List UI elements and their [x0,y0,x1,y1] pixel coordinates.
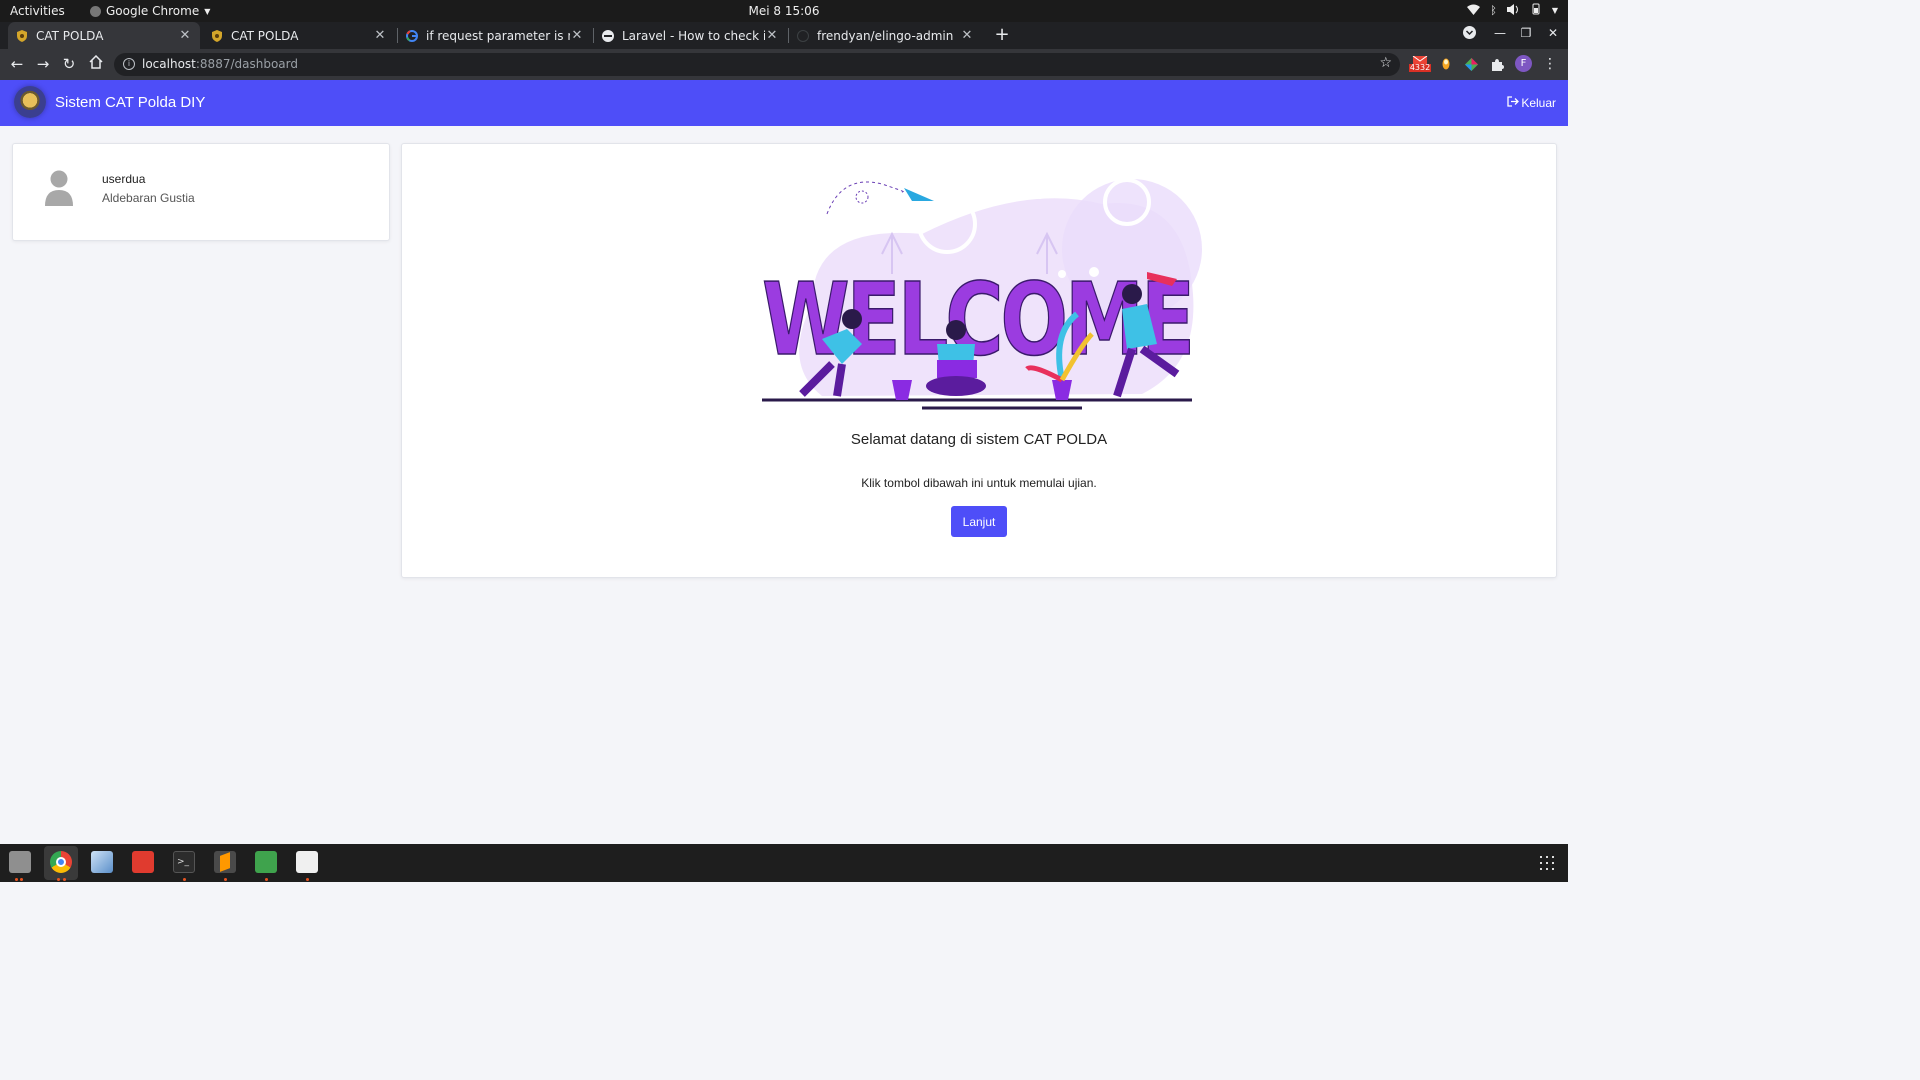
chrome-dock-icon-center [56,857,66,867]
wifi-icon [1467,4,1481,18]
brand-title[interactable]: Sistem CAT Polda DIY [55,94,205,111]
profile-full-name: Aldebaran Gustia [102,191,195,205]
ubuntu-dock: >_ [0,844,1568,882]
police-badge-icon [211,29,223,42]
text-editor-icon[interactable] [296,851,318,873]
laracasts-icon [602,29,614,42]
bluetooth-icon: ᛒ [1490,4,1497,17]
extension-badge: 4332 [1408,63,1432,72]
logout-link[interactable]: Keluar [1507,96,1556,110]
system-top-bar: Activities Google Chrome ▼ Mei 8 15:06 ᛒ… [0,0,1568,22]
anydesk-icon[interactable] [132,851,154,873]
volume-icon [1506,3,1520,18]
mail-extension-icon[interactable]: 4332 [1408,56,1432,72]
tab-google-search[interactable]: if request parameter is nu ✕ [398,22,592,49]
url-text: localhost:8887/dashboard [142,57,298,71]
close-icon[interactable]: ✕ [765,28,779,43]
chrome-dock-icon[interactable] [50,851,72,873]
spreadsheet-icon[interactable] [255,851,277,873]
virtualbox-icon[interactable] [91,851,113,873]
start-exam-button[interactable]: Lanjut [951,506,1007,537]
running-indicator [20,878,23,881]
bookmark-star-icon[interactable]: ☆ [1379,55,1392,71]
welcome-card: WELCOME Selamat datang di sistem CAT POL… [401,143,1557,578]
app-navbar: Sistem CAT Polda DIY Keluar [0,80,1568,126]
system-menu-caret-icon: ▼ [1551,6,1558,15]
url-host: localhost [142,57,196,71]
puzzle-icon[interactable] [1490,56,1504,72]
tab-strip: CAT POLDA ✕ CAT POLDA ✕ if request param… [0,22,1568,49]
site-info-icon[interactable]: i [123,58,135,70]
files-icon[interactable] [9,851,31,873]
github-icon [797,29,809,42]
close-icon[interactable]: ✕ [178,28,192,43]
user-avatar-icon [43,170,75,206]
new-tab-button[interactable]: + [992,25,1012,45]
running-indicator [265,878,268,881]
profile-username: userdua [102,172,146,186]
ext-color-picker-icon[interactable] [1464,56,1478,72]
logout-label: Keluar [1521,96,1556,110]
minimize-icon[interactable]: — [1491,26,1509,40]
tab-github-repo[interactable]: frendyan/elingo-admin ✕ [789,22,982,49]
tab-search-icon[interactable] [1460,26,1478,42]
tab-cat-polda-2[interactable]: CAT POLDA ✕ [203,22,395,49]
tab-title: CAT POLDA [231,28,299,43]
profile-card: userdua Aldebaran Gustia [12,143,390,241]
url-path: :8887/dashboard [195,57,298,71]
chrome-menu-icon[interactable]: ⋮ [1543,56,1557,72]
welcome-illustration: WELCOME [722,164,1242,412]
running-indicator [57,878,60,881]
profile-avatar[interactable]: F [1515,55,1532,72]
ext-colorful-icon[interactable] [1440,56,1452,72]
running-indicator [224,878,227,881]
welcome-subtitle: Klik tombol dibawah ini untuk memulai uj… [861,476,1097,490]
google-icon [406,29,418,42]
tab-title: if request parameter is nu [426,28,570,43]
terminal-icon[interactable]: >_ [173,851,195,873]
home-icon[interactable] [87,54,105,73]
battery-icon [1530,3,1542,18]
tab-title: CAT POLDA [36,28,104,43]
restore-icon[interactable]: ❐ [1517,26,1535,40]
back-icon[interactable]: ← [8,55,26,73]
system-tray[interactable]: ᛒ ▼ [1467,3,1558,18]
browser-toolbar: ← → ↻ i localhost:8887/dashboard ☆ 4332 … [0,49,1568,80]
close-icon[interactable]: ✕ [960,28,974,43]
show-applications-icon[interactable] [1540,856,1554,870]
running-indicator [306,878,309,881]
sublime-text-icon[interactable] [214,851,236,873]
polda-logo[interactable] [14,86,46,118]
tab-title: frendyan/elingo-admin [817,28,954,43]
forward-icon[interactable]: → [34,55,52,73]
sublime-text-icon-mark [220,852,230,872]
running-indicator [183,878,186,881]
police-badge-icon [16,29,28,42]
sign-out-icon [1507,96,1520,110]
reload-icon[interactable]: ↻ [60,55,78,73]
close-icon[interactable]: ✕ [570,28,584,43]
clock[interactable]: Mei 8 15:06 [0,4,1568,18]
running-indicator [15,878,18,881]
address-bar[interactable]: i localhost:8887/dashboard ☆ [114,53,1400,76]
tab-title: Laravel - How to check if r [622,28,765,43]
running-indicator [63,878,66,881]
window-close-icon[interactable]: ✕ [1544,26,1562,40]
close-icon[interactable]: ✕ [373,28,387,43]
tab-laravel-question[interactable]: Laravel - How to check if r ✕ [594,22,787,49]
tab-cat-polda-1[interactable]: CAT POLDA ✕ [8,22,200,49]
welcome-title: Selamat datang di sistem CAT POLDA [850,431,1108,448]
